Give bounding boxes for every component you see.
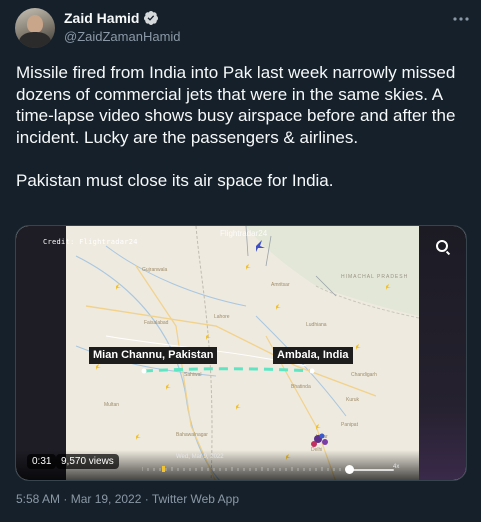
video-progress-knob[interactable] (345, 465, 354, 474)
avatar-face (27, 15, 43, 33)
video-date-overlay: Wed, Mar 9, 2022 (176, 454, 224, 460)
verified-badge-icon (144, 11, 159, 25)
video-credit: Credit: Flightradar24 (43, 238, 138, 246)
location-label-mian-channu: Mian Channu, Pakistan (89, 347, 218, 364)
flightradar-watermark: Flightradar24 (220, 229, 268, 238)
flight-map: Gujranwala Faisalabad Lahore Amritsar Sa… (16, 226, 419, 480)
map-label-ludhiana: Ludhiana (306, 322, 327, 328)
video-speed: 4x (393, 464, 400, 470)
author-handle[interactable]: @ZaidZamanHamid (64, 29, 181, 44)
search-icon (436, 240, 448, 252)
tweet-text: Missile fired from India into Pak last w… (16, 63, 456, 190)
more-options-icon[interactable] (451, 12, 471, 26)
map-label-kuruk: Kuruk (346, 397, 360, 403)
map-label-gujranwala: Gujranwala (142, 267, 168, 273)
map-label-multan: Multan (104, 402, 119, 408)
video-views: 9,570 views (56, 454, 119, 469)
avatar[interactable] (15, 8, 55, 48)
video-time: 0:31 (27, 454, 57, 469)
map-label-amritsar: Amritsar (271, 282, 290, 288)
map-label-faisalabad: Faisalabad (144, 320, 169, 326)
map-label-chandigarh: Chandigarh (351, 372, 377, 378)
tweet-timestamp[interactable]: 5:58 AM · Mar 19, 2022 · Twitter Web App (16, 492, 239, 506)
map-label-panipat: Panipat (341, 422, 359, 428)
map-label-lahore: Lahore (214, 314, 230, 320)
map-label-bahawalnagar: Bahawalnagar (176, 432, 208, 438)
map-label-bhatinda: Bhatinda (291, 384, 311, 390)
author-name[interactable]: Zaid Hamid (64, 10, 139, 26)
video-side-panel (419, 226, 466, 480)
map-label-himachal-pradesh: HIMACHAL PRADESH (341, 274, 408, 280)
location-label-ambala: Ambala, India (273, 347, 353, 364)
video-timeline-scrubber[interactable] (142, 466, 346, 472)
avatar-body (19, 32, 51, 48)
tweet-video[interactable]: Gujranwala Faisalabad Lahore Amritsar Sa… (15, 225, 467, 481)
video-progress-track[interactable] (352, 469, 394, 471)
author-name-row: Zaid Hamid (64, 10, 159, 26)
map-label-sahiwal: Sahiwal (184, 372, 202, 378)
